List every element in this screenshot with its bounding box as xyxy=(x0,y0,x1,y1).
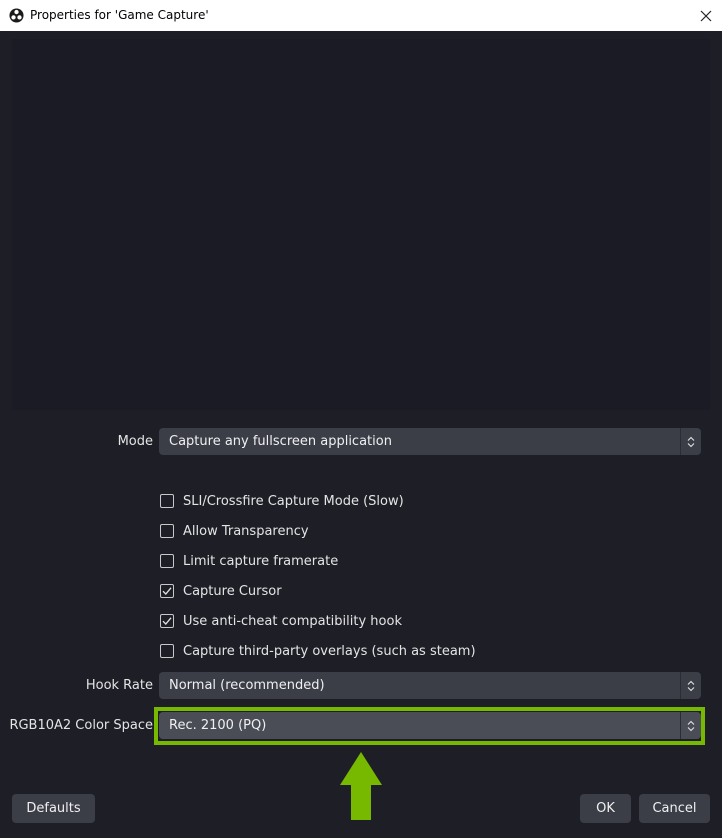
mode-label: Mode xyxy=(117,434,153,449)
updown-arrows-icon xyxy=(680,712,701,739)
checkmark-icon xyxy=(162,617,172,625)
checkbox-box[interactable] xyxy=(160,644,174,658)
checkbox-label: SLI/Crossfire Capture Mode (Slow) xyxy=(183,493,404,509)
checkbox-box[interactable] xyxy=(160,524,174,538)
checkbox-label: Capture third-party overlays (such as st… xyxy=(183,643,476,659)
checkbox-allow-transparency[interactable]: Allow Transparency xyxy=(160,522,309,540)
ok-button[interactable]: OK xyxy=(580,794,631,823)
checkbox-limit-framerate[interactable]: Limit capture framerate xyxy=(160,552,338,570)
preview-area xyxy=(12,39,710,410)
color-space-value: Rec. 2100 (PQ) xyxy=(169,718,267,733)
defaults-button[interactable]: Defaults xyxy=(12,794,95,823)
hook-rate-label: Hook Rate xyxy=(85,678,153,693)
hook-rate-dropdown[interactable]: Normal (recommended) xyxy=(159,672,701,699)
obs-icon xyxy=(9,8,24,23)
mode-dropdown[interactable]: Capture any fullscreen application xyxy=(159,428,701,455)
close-button[interactable] xyxy=(690,0,722,31)
checkmark-icon xyxy=(162,587,172,595)
color-space-dropdown[interactable]: Rec. 2100 (PQ) xyxy=(159,712,701,739)
mode-value: Capture any fullscreen application xyxy=(169,434,392,449)
window-title: Properties for 'Game Capture' xyxy=(30,8,209,22)
up-arrow-icon xyxy=(340,752,382,820)
checkbox-label: Limit capture framerate xyxy=(183,553,339,569)
checkbox-label: Use anti-cheat compatibility hook xyxy=(183,613,402,629)
checkbox-box[interactable] xyxy=(160,494,174,508)
checkbox-box[interactable] xyxy=(160,584,174,598)
checkbox-sli-crossfire[interactable]: SLI/Crossfire Capture Mode (Slow) xyxy=(160,492,404,510)
checkbox-box[interactable] xyxy=(160,614,174,628)
updown-arrows-icon xyxy=(680,672,701,699)
color-space-label: RGB10A2 Color Space xyxy=(9,718,153,733)
checkbox-anti-cheat-hook[interactable]: Use anti-cheat compatibility hook xyxy=(160,612,402,630)
checkbox-capture-cursor[interactable]: Capture Cursor xyxy=(160,582,282,600)
checkbox-label: Allow Transparency xyxy=(183,523,309,539)
title-bar: Properties for 'Game Capture' xyxy=(0,0,722,31)
cancel-button[interactable]: Cancel xyxy=(639,794,710,823)
close-icon xyxy=(700,10,712,21)
checkbox-third-party-overlays[interactable]: Capture third-party overlays (such as st… xyxy=(160,642,476,660)
checkbox-label: Capture Cursor xyxy=(183,583,282,599)
checkbox-box[interactable] xyxy=(160,554,174,568)
hook-rate-value: Normal (recommended) xyxy=(169,678,325,693)
updown-arrows-icon xyxy=(680,428,701,455)
